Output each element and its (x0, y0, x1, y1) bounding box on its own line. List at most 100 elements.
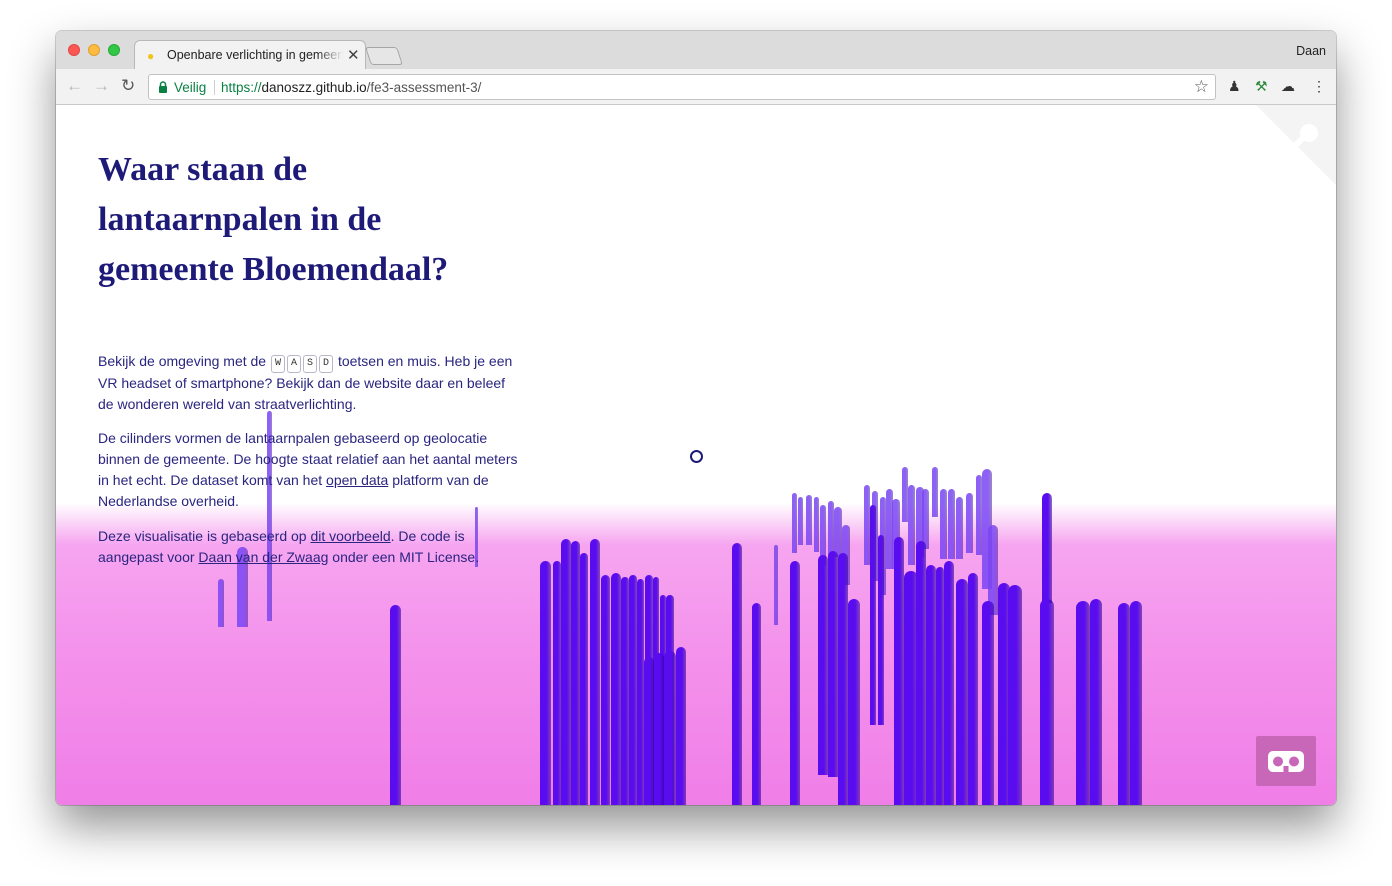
maximize-window-button[interactable] (108, 44, 120, 56)
browser-window: ● Openbare verlichting in gemeente Bloem… (56, 31, 1336, 805)
lamp-post-cylinder (944, 561, 954, 805)
lamp-post-cylinder (834, 507, 842, 557)
browser-tab[interactable]: ● Openbare verlichting in gemeente Bloem… (134, 40, 366, 70)
lock-icon (159, 81, 167, 93)
new-tab-button[interactable] (365, 47, 403, 65)
lamp-post-cylinder (1042, 493, 1052, 603)
url-host: danoszz.github.io (261, 80, 367, 95)
url-scheme: https:// (221, 80, 262, 95)
lamp-post-cylinder (654, 653, 664, 805)
lamp-post-cylinder (1090, 599, 1102, 805)
vr-goggles-icon (1268, 751, 1304, 772)
lamp-post-cylinder (936, 567, 944, 805)
browser-toolbar: ← → ↻ Veilig https://danoszz.github.io/f… (56, 69, 1336, 105)
lamp-post-cylinder (621, 577, 629, 805)
lamp-post-cylinder (956, 497, 963, 559)
page-title: Waar staan de lantaarnpalen in de gemeen… (98, 151, 449, 288)
lamp-post-cylinder (828, 551, 838, 777)
lamp-post-cylinder (571, 541, 580, 805)
lamp-post-cylinder (982, 601, 994, 805)
lamp-post-cylinder (580, 553, 588, 805)
lamp-post-cylinder (926, 565, 936, 805)
lamp-post-cylinder (561, 539, 571, 805)
title-bar: ● Openbare verlichting in gemeente Bloem… (56, 31, 1336, 70)
author-link[interactable]: Daan van der Zwaag (198, 549, 328, 565)
lamp-post-cylinder (774, 545, 778, 625)
reload-icon[interactable]: ↻ (121, 76, 135, 96)
lamp-post-cylinder (590, 539, 600, 805)
lamp-post-cylinder (540, 561, 551, 805)
lamp-post-cylinder (629, 575, 637, 805)
back-arrow-icon[interactable]: ← (66, 76, 83, 96)
lamp-post-cylinder (601, 575, 610, 805)
security-label: Veilig (174, 80, 207, 95)
vr-mode-button[interactable] (1256, 736, 1316, 786)
dataset-paragraph: De cilinders vormen de lantaarnpalen geb… (98, 428, 518, 512)
lamp-post-cylinder (932, 467, 938, 517)
github-corner-icon[interactable] (1256, 105, 1336, 185)
lamp-post-cylinder (870, 505, 876, 725)
page-content: Waar staan de lantaarnpalen in de gemeen… (56, 105, 1336, 805)
menu-dots-icon[interactable]: ⋮ (1312, 78, 1326, 95)
extension-ninja-icon[interactable]: ♟ (1228, 78, 1241, 95)
tab-title: Openbare verlichting in gemeente Bloemen… (167, 48, 343, 62)
lamp-post-cylinder (806, 495, 812, 545)
lamp-post-cylinder (664, 651, 676, 805)
lamp-post-cylinder (732, 543, 742, 805)
key-s: S (303, 355, 318, 373)
url-path: /fe3-assessment-3/ (366, 80, 482, 95)
lamp-post-cylinder (790, 561, 800, 805)
lamp-post-cylinder (940, 489, 947, 559)
url-text[interactable]: https://danoszz.github.io/fe3-assessment… (221, 80, 481, 95)
credits-paragraph: Deze visualisatie is gebaseerd op dit vo… (98, 526, 518, 568)
example-link[interactable]: dit voorbeeld (310, 528, 390, 544)
lamp-post-cylinder (218, 579, 224, 627)
extension-pickaxe-icon[interactable]: ⚒ (1255, 78, 1268, 95)
key-d: D (319, 355, 334, 373)
lamp-post-cylinder (1040, 599, 1054, 805)
credits-text: Deze visualisatie is gebaseerd op (98, 528, 307, 544)
lamp-post-cylinder (1076, 601, 1090, 805)
lamp-post-cylinder (922, 489, 929, 549)
open-data-link[interactable]: open data (326, 472, 388, 488)
lamp-post-cylinder (792, 493, 797, 553)
lamp-post-cylinder (968, 573, 978, 805)
lamp-post-cylinder (894, 537, 904, 805)
forward-arrow-icon[interactable]: → (93, 76, 110, 96)
lamp-post-cylinder (644, 657, 654, 805)
lamp-post-cylinder (390, 605, 401, 805)
lamp-post-cylinder (966, 493, 973, 553)
key-w: W (270, 355, 285, 373)
key-a: A (287, 355, 302, 373)
bookmark-star-icon[interactable]: ☆ (1194, 77, 1209, 97)
address-bar[interactable]: Veilig https://danoszz.github.io/fe3-ass… (148, 74, 1216, 100)
divider (214, 80, 215, 95)
lamp-post-cylinder (1130, 601, 1142, 805)
lamp-post-cylinder (908, 485, 915, 565)
gaze-cursor (690, 450, 703, 463)
intro-text: Bekijk de omgeving met de (98, 353, 267, 369)
lamp-post-cylinder (948, 489, 955, 559)
lamp-post-cylinder (553, 561, 561, 805)
lightbulb-icon: ● (147, 49, 155, 63)
lamp-post-cylinder (637, 579, 644, 805)
lamp-post-cylinder (798, 497, 803, 545)
intro-paragraph: Bekijk de omgeving met de WASD toetsen e… (98, 351, 518, 415)
close-tab-icon[interactable]: ✕ (347, 46, 360, 64)
lamp-post-cylinder (848, 599, 860, 805)
minimize-window-button[interactable] (88, 44, 100, 56)
lamp-post-cylinder (818, 555, 828, 775)
lamp-post-cylinder (878, 535, 884, 725)
lamp-post-cylinder (752, 603, 761, 805)
cloud-icon[interactable]: ☁ (1281, 78, 1295, 95)
lamp-post-cylinder (1118, 603, 1130, 805)
lamp-post-cylinder (676, 647, 686, 805)
lamp-post-cylinder (956, 579, 968, 805)
lamp-post-cylinder (838, 553, 848, 805)
close-window-button[interactable] (68, 44, 80, 56)
lamp-post-cylinder (1008, 585, 1022, 805)
credits-text-end: onder een MIT License. (332, 549, 480, 565)
lamp-post-cylinder (611, 573, 621, 805)
profile-name[interactable]: Daan (1296, 44, 1326, 58)
lamp-post-cylinder (814, 497, 819, 552)
